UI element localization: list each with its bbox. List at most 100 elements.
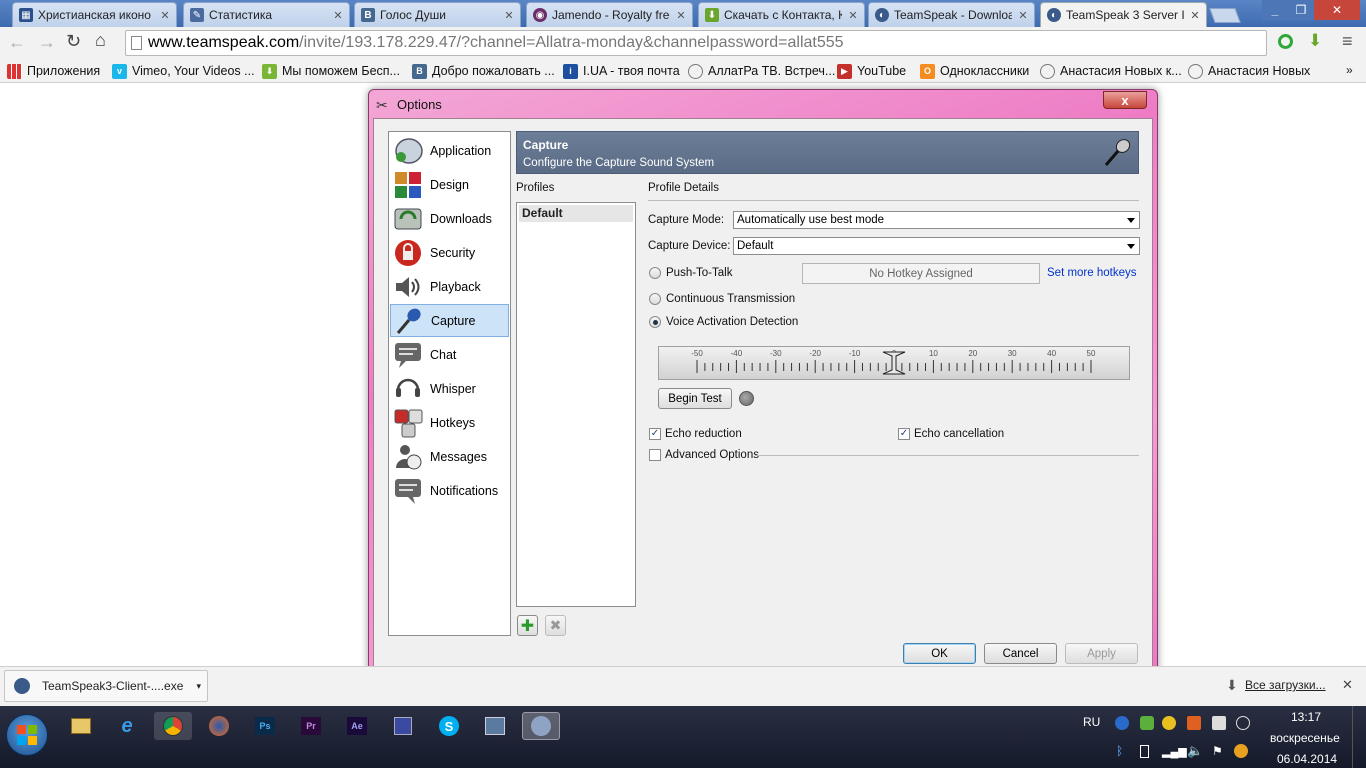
browser-tab-1[interactable]: ▦ Христианская иконо ✕	[12, 2, 177, 27]
capture-mode-select[interactable]: Automatically use best mode	[733, 211, 1140, 229]
browser-tab-7[interactable]: ◐ TeamSpeak 3 Server In ✕	[1040, 2, 1207, 27]
cancel-button[interactable]: Cancel	[984, 643, 1057, 664]
tray-app-icon[interactable]	[1162, 716, 1176, 730]
hotkey-field[interactable]: No Hotkey Assigned	[802, 263, 1040, 284]
nav-item-downloads[interactable]: Downloads	[390, 202, 509, 235]
download-item[interactable]: TeamSpeak3-Client-....exe ▾	[4, 670, 208, 702]
back-icon[interactable]: ←	[8, 32, 26, 53]
new-tab-button[interactable]	[1209, 8, 1241, 23]
echo-reduction-checkbox[interactable]: ✓	[649, 428, 661, 440]
echo-cancellation-checkbox[interactable]: ✓	[898, 428, 910, 440]
browser-tab-5[interactable]: ⬇ Скачать с Контакта, К ✕	[698, 2, 865, 27]
firefox-taskbar-icon[interactable]	[200, 712, 238, 740]
start-button[interactable]	[6, 714, 48, 756]
close-icon[interactable]: ✕	[846, 9, 860, 22]
maximize-button[interactable]: ❐	[1288, 0, 1314, 20]
voice-activation-radio[interactable]	[649, 316, 661, 328]
tray-app-icon[interactable]	[1187, 716, 1201, 730]
home-icon[interactable]: ⌂	[95, 30, 106, 51]
add-profile-button[interactable]: ✚	[517, 615, 538, 636]
bookmark-anastasia-2[interactable]: Анастасия Новых	[1188, 62, 1310, 80]
battery-icon[interactable]	[1140, 745, 1149, 758]
push-to-talk-label[interactable]: Push-To-Talk	[666, 267, 732, 279]
app-window-taskbar-icon[interactable]	[476, 712, 514, 740]
profile-item-default[interactable]: Default	[519, 205, 633, 222]
menu-icon[interactable]: ≡	[1342, 31, 1353, 52]
capture-device-select[interactable]: Default	[733, 237, 1140, 255]
echo-cancellation-label[interactable]: Echo cancellation	[914, 428, 1004, 440]
nav-item-chat[interactable]: Chat	[390, 338, 509, 371]
advanced-options-label[interactable]: Advanced Options	[665, 449, 759, 461]
extension-green-icon[interactable]	[1278, 34, 1293, 49]
bookmark-vimeo[interactable]: v Vimeo, Your Videos ...	[112, 62, 255, 80]
signal-icon[interactable]: ▂▄▆	[1162, 745, 1187, 758]
bookmark-ok[interactable]: O Одноклассники	[920, 62, 1029, 80]
close-icon[interactable]: ✕	[1016, 9, 1030, 22]
explorer-taskbar-icon[interactable]	[62, 712, 100, 740]
volume-icon[interactable]: 🔈	[1187, 743, 1203, 759]
bookmark-vk[interactable]: B Добро пожаловать ...	[412, 62, 555, 80]
download-extension-icon[interactable]: ⬇	[1308, 31, 1322, 51]
browser-tab-2[interactable]: ✎ Статистика ✕	[183, 2, 350, 27]
voice-activation-label[interactable]: Voice Activation Detection	[666, 316, 798, 328]
reload-icon[interactable]: ↻	[66, 31, 81, 52]
forward-icon[interactable]: →	[38, 32, 56, 53]
address-bar[interactable]: www.teamspeak.com/invite/193.178.229.47/…	[125, 30, 1267, 56]
chrome-taskbar-icon[interactable]	[154, 712, 192, 740]
tray-app-icon[interactable]	[1234, 744, 1248, 758]
dialog-close-button[interactable]: x	[1103, 91, 1147, 109]
close-icon[interactable]: ✕	[502, 9, 516, 22]
nav-item-whisper[interactable]: Whisper	[390, 372, 509, 405]
show-desktop-button[interactable]	[1352, 706, 1366, 768]
language-indicator[interactable]: RU	[1083, 715, 1100, 729]
close-icon[interactable]: ✕	[674, 9, 688, 22]
continuous-transmission-radio[interactable]	[649, 293, 661, 305]
bookmark-youtube[interactable]: ▶ YouTube	[837, 62, 906, 80]
tray-network-icon[interactable]	[1115, 716, 1129, 730]
minimize-button[interactable]: _	[1262, 0, 1288, 20]
after-effects-taskbar-icon[interactable]: Ae	[338, 712, 376, 740]
save-app-taskbar-icon[interactable]	[384, 712, 422, 740]
action-center-flag-icon[interactable]: ⚑	[1212, 744, 1223, 758]
bookmark-help[interactable]: ⬇ Мы поможем Бесп...	[262, 62, 400, 80]
teamspeak-taskbar-icon[interactable]	[522, 712, 560, 740]
browser-tab-6[interactable]: ◐ TeamSpeak - Downloa ✕	[868, 2, 1035, 27]
begin-test-button[interactable]: Begin Test	[658, 388, 732, 409]
remove-profile-button[interactable]: ✖	[545, 615, 566, 636]
bookmark-anastasia-1[interactable]: Анастасия Новых к...	[1040, 62, 1182, 80]
nav-item-hotkeys[interactable]: Hotkeys	[390, 406, 509, 439]
ok-button[interactable]: OK	[903, 643, 976, 664]
voice-activation-slider[interactable]: -50-40-30-20-1001020304050	[658, 346, 1130, 380]
photoshop-taskbar-icon[interactable]: Ps	[246, 712, 284, 740]
nav-item-application[interactable]: Application	[390, 134, 509, 167]
nav-item-messages[interactable]: Messages	[390, 440, 509, 473]
set-more-hotkeys-link[interactable]: Set more hotkeys	[1047, 267, 1136, 279]
bookmark-allatra[interactable]: АллатРа ТВ. Встреч...	[688, 62, 835, 80]
tray-app-icon[interactable]	[1236, 716, 1250, 730]
browser-tab-4[interactable]: ◉ Jamendo - Royalty free ✕	[526, 2, 693, 27]
apply-button[interactable]: Apply	[1065, 643, 1138, 664]
advanced-options-checkbox[interactable]	[649, 449, 661, 461]
ie-taskbar-icon[interactable]: e	[108, 712, 146, 740]
bookmarks-overflow-icon[interactable]: »	[1346, 63, 1353, 77]
bluetooth-icon[interactable]: ᛒ	[1116, 744, 1123, 758]
nav-item-playback[interactable]: Playback	[390, 270, 509, 303]
bookmark-apps[interactable]: Приложения	[7, 62, 100, 80]
echo-reduction-label[interactable]: Echo reduction	[665, 428, 742, 440]
continuous-transmission-label[interactable]: Continuous Transmission	[666, 293, 795, 305]
nav-item-security[interactable]: Security	[390, 236, 509, 269]
window-close-button[interactable]: ✕	[1314, 0, 1360, 20]
tray-app-icon[interactable]	[1140, 716, 1154, 730]
nav-item-capture[interactable]: Capture	[390, 304, 509, 337]
skype-taskbar-icon[interactable]: S	[430, 712, 468, 740]
clock-time[interactable]: 13:17	[1291, 710, 1321, 724]
all-downloads-link[interactable]: Все загрузки...	[1245, 678, 1326, 692]
nav-item-notifications[interactable]: Notifications	[390, 474, 509, 507]
close-icon[interactable]: ✕	[158, 9, 172, 22]
premiere-taskbar-icon[interactable]: Pr	[292, 712, 330, 740]
close-icon[interactable]: ✕	[331, 9, 345, 22]
close-icon[interactable]: ✕	[1188, 9, 1202, 22]
push-to-talk-radio[interactable]	[649, 267, 661, 279]
close-icon[interactable]: ✕	[1342, 677, 1353, 693]
chevron-down-icon[interactable]: ▾	[196, 681, 201, 692]
